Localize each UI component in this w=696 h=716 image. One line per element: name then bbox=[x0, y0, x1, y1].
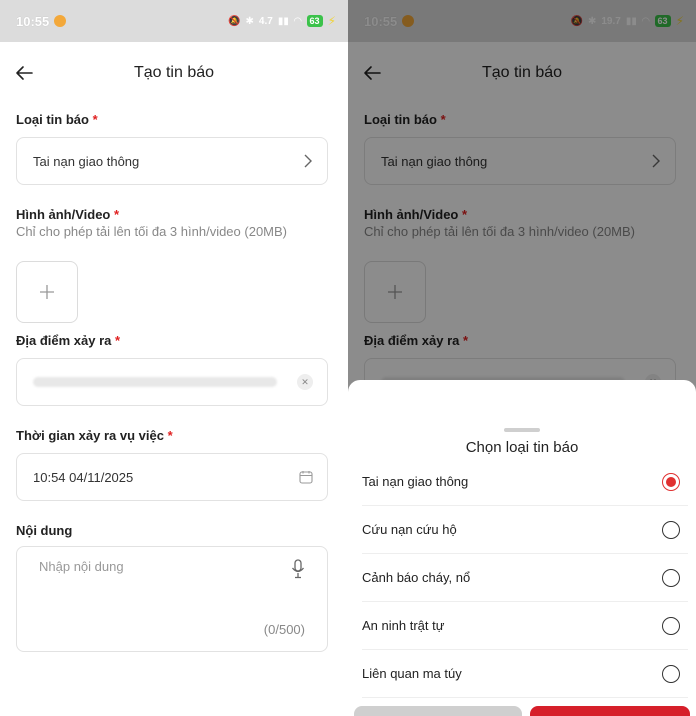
type-option-label: Cảnh báo cháy, nổ bbox=[362, 570, 471, 585]
content-placeholder: Nhập nội dung bbox=[39, 559, 124, 574]
app-bar: Tạo tin báo bbox=[0, 42, 348, 104]
type-label: Loại tin báo * bbox=[16, 112, 328, 127]
radio-icon[interactable] bbox=[662, 568, 680, 587]
type-option-label: Tai nạn giao thông bbox=[362, 474, 469, 489]
battery-level: 63 bbox=[306, 15, 323, 27]
report-type-value: Tai nạn giao thông bbox=[33, 153, 140, 169]
radio-icon[interactable] bbox=[662, 664, 680, 683]
required-mark: * bbox=[92, 112, 98, 127]
chevron-right-icon bbox=[304, 154, 312, 168]
microphone-icon[interactable] bbox=[291, 559, 305, 579]
datetime-picker[interactable]: 10:54 04/11/2025 bbox=[16, 453, 328, 501]
required-mark: * bbox=[114, 207, 120, 222]
type-option[interactable]: An ninh trật tự bbox=[362, 602, 688, 650]
radio-selected-dot bbox=[666, 476, 676, 487]
form-screen: 10:55 🔕 ✱ 4.7 ▮▮ ◠ 63 ⚡ Tạo tin báo Loại… bbox=[0, 0, 348, 716]
required-mark: * bbox=[115, 333, 121, 348]
media-label: Hình ảnh/Video * bbox=[16, 207, 328, 222]
sheet-title: Chọn loại tin báo bbox=[465, 439, 579, 456]
media-hint: Chỉ cho phép tải lên tối đa 3 hình/video… bbox=[16, 224, 288, 239]
bluetooth-icon: ✱ bbox=[245, 15, 254, 27]
charging-icon: ⚡ bbox=[327, 14, 336, 28]
media-label-text: Hình ảnh/Video bbox=[16, 207, 111, 222]
network-speed: 4.7 bbox=[258, 15, 273, 27]
notification-badge-icon bbox=[54, 15, 67, 27]
type-option-label: An ninh trật tự bbox=[362, 618, 445, 633]
status-bar: 10:55 🔕 ✱ 4.7 ▮▮ ◠ 63 ⚡ bbox=[0, 0, 348, 42]
required-mark: * bbox=[167, 428, 173, 443]
location-input[interactable]: ✕ bbox=[16, 358, 328, 406]
signal-icon: ▮▮ bbox=[277, 15, 289, 27]
location-label-text: Địa điểm xảy ra bbox=[16, 333, 112, 348]
confirm-button[interactable] bbox=[530, 706, 690, 716]
type-picker-sheet: Chọn loại tin báo Tai nạn giao thông Cứu … bbox=[348, 380, 696, 716]
type-option-label: Cứu nạn cứu hộ bbox=[362, 522, 457, 537]
character-counter: (0/500) bbox=[263, 622, 305, 637]
report-form: Loại tin báo * Tai nạn giao thông Hình ả… bbox=[16, 104, 328, 652]
drag-handle[interactable] bbox=[504, 428, 540, 432]
location-label: Địa điểm xảy ra * bbox=[16, 333, 328, 348]
clear-icon[interactable]: ✕ bbox=[297, 374, 313, 390]
plus-icon bbox=[40, 285, 54, 299]
radio-icon[interactable] bbox=[662, 520, 680, 539]
calendar-icon bbox=[299, 471, 313, 484]
type-picker-screen: 10:55 🔕 ✱ 19.7 ▮▮ ◠ 63 ⚡ Tạo tin báo Loạ… bbox=[348, 0, 696, 716]
time-label: Thời gian xảy ra vụ việc * bbox=[16, 428, 328, 443]
time-label-text: Thời gian xảy ra vụ việc bbox=[16, 428, 164, 443]
type-option[interactable]: Liên quan ma túy bbox=[362, 650, 688, 698]
type-option[interactable]: Cứu nạn cứu hộ bbox=[362, 506, 688, 554]
content-label: Nội dung bbox=[16, 523, 73, 538]
status-icons: 🔕 ✱ 4.7 ▮▮ ◠ 63 ⚡ bbox=[228, 14, 336, 28]
mute-icon: 🔕 bbox=[228, 15, 241, 27]
location-value-redacted bbox=[33, 377, 277, 387]
cancel-button[interactable] bbox=[354, 706, 522, 716]
content-textarea[interactable]: Nhập nội dung (0/500) bbox=[16, 546, 328, 652]
report-type-select[interactable]: Tai nạn giao thông bbox=[16, 137, 328, 185]
back-arrow-icon[interactable] bbox=[12, 61, 36, 85]
type-option[interactable]: Cảnh báo cháy, nổ bbox=[362, 554, 688, 602]
radio-icon[interactable] bbox=[662, 472, 680, 491]
page-title: Tạo tin báo bbox=[133, 64, 215, 81]
type-label-text: Loại tin báo bbox=[16, 112, 89, 127]
radio-icon[interactable] bbox=[662, 616, 680, 635]
datetime-value: 10:54 04/11/2025 bbox=[33, 469, 134, 485]
media-upload-button[interactable] bbox=[16, 261, 78, 323]
status-time: 10:55 bbox=[16, 13, 50, 29]
wifi-icon: ◠ bbox=[293, 15, 302, 27]
type-option[interactable]: Tai nạn giao thông bbox=[362, 458, 688, 506]
type-option-label: Liên quan ma túy bbox=[362, 666, 462, 681]
